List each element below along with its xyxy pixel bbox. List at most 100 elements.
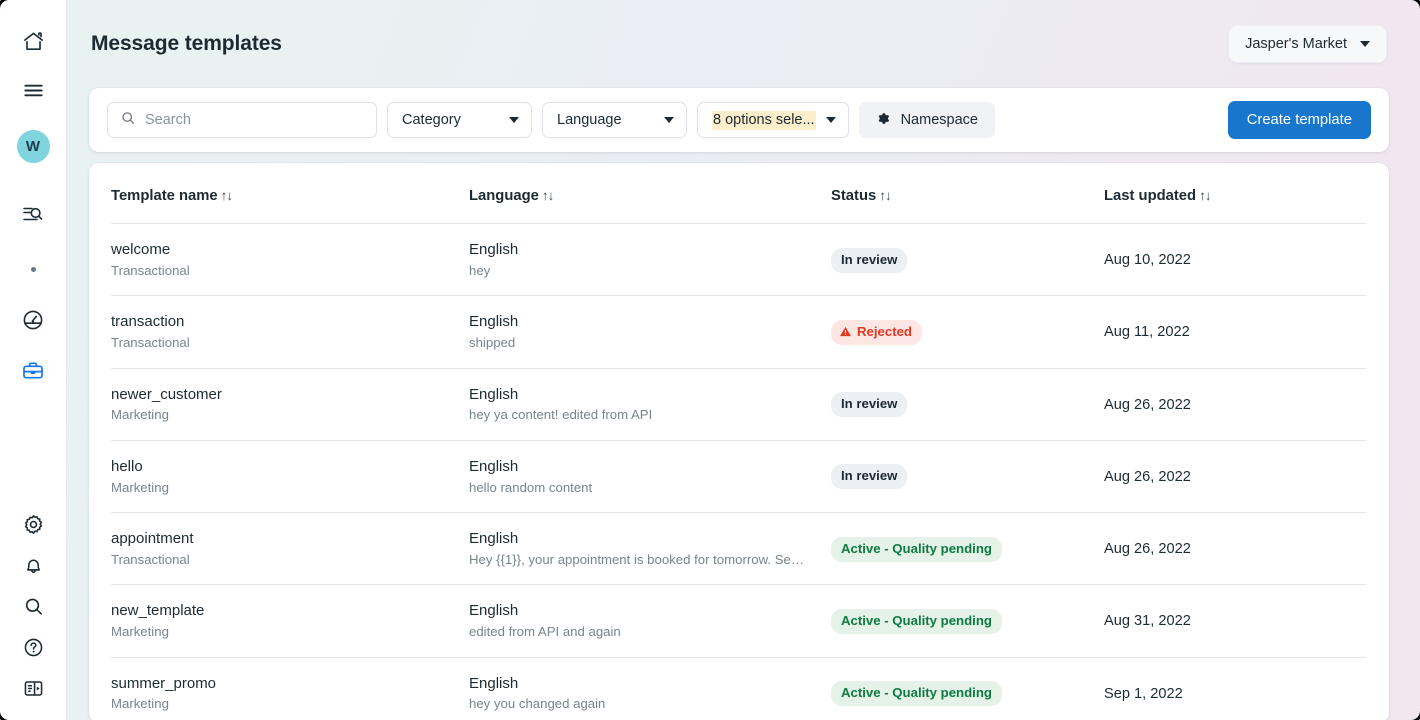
sort-icon[interactable]: ↑↓ <box>1199 188 1211 203</box>
status-badge-label: Active - Quality pending <box>841 685 992 701</box>
language-filter-label: Language <box>557 112 622 128</box>
chevron-down-icon <box>664 117 674 123</box>
cell-last-updated: Aug 10, 2022 <box>1104 223 1367 297</box>
table-row[interactable]: hello Marketing English hello random conten… <box>111 440 1367 514</box>
search-icon[interactable] <box>14 587 52 625</box>
filters-toolbar: Category Language 8 options sele... <box>89 88 1389 152</box>
column-label: Last updated <box>1104 188 1197 204</box>
gear-icon <box>874 110 891 131</box>
rail-top-group: W <box>14 22 52 393</box>
main-content: Message templates Jasper's Market Search… <box>67 0 1420 720</box>
namespace-label: Namespace <box>900 112 978 128</box>
status-badge: Active - Quality pending <box>831 536 1002 562</box>
avatar[interactable]: W <box>16 130 50 163</box>
help-icon[interactable] <box>14 628 52 666</box>
template-category: Marketing <box>111 696 169 712</box>
template-preview: hey you changed again <box>469 696 606 712</box>
table-row[interactable]: appointment Transactional English Hey {{1}}… <box>111 512 1367 586</box>
status-options-dropdown[interactable]: 8 options sele... <box>697 102 849 138</box>
table-row[interactable]: newer_customer Marketing English hey ya con… <box>111 368 1367 441</box>
sort-icon[interactable]: ↑↓ <box>221 188 233 203</box>
search-field[interactable] <box>107 102 377 138</box>
dot-indicator-icon <box>14 250 52 288</box>
warning-triangle-icon <box>840 327 851 337</box>
create-template-button[interactable]: Create template <box>1227 101 1371 139</box>
template-preview: hey <box>469 262 491 278</box>
chevron-down-icon <box>825 117 836 123</box>
bell-icon[interactable] <box>14 546 52 584</box>
template-name: newer_customer <box>111 385 222 403</box>
cell-template-name[interactable]: newer_customer Marketing <box>111 368 469 441</box>
account-selector[interactable]: Jasper's Market <box>1228 25 1387 63</box>
template-category: Marketing <box>111 407 169 423</box>
gauge-icon[interactable] <box>14 301 52 339</box>
templates-table: Template name ↑↓ Language ↑↓ Status ↑↓ Last… <box>111 163 1367 720</box>
gear-icon[interactable] <box>14 505 52 543</box>
category-filter-dropdown[interactable]: Category <box>387 102 532 138</box>
cell-status: In review <box>831 223 1104 297</box>
search-input[interactable] <box>145 112 364 128</box>
table-body: welcome Transactional English hey In review A… <box>111 223 1367 720</box>
cell-template-name[interactable]: transaction Transactional <box>111 295 469 369</box>
table-row[interactable]: new_template Marketing English edited from … <box>111 584 1367 658</box>
language-filter-dropdown[interactable]: Language <box>542 102 687 138</box>
app-window: W Message templates Jasper's Market Sear… <box>0 0 1420 720</box>
status-badge-label: Active - Quality pending <box>841 540 992 556</box>
template-preview: hey ya content! edited from API <box>469 407 653 423</box>
panel-toggle-icon[interactable] <box>14 669 52 707</box>
cell-language: English hey you changed again <box>469 657 831 720</box>
table-row[interactable]: transaction Transactional English shipped Re… <box>111 295 1367 369</box>
cell-last-updated: Aug 26, 2022 <box>1104 512 1367 586</box>
cell-status: Rejected <box>831 295 1104 369</box>
template-name: transaction <box>111 313 185 331</box>
cell-template-name[interactable]: hello Marketing <box>111 440 469 514</box>
category-filter-label: Category <box>402 112 461 128</box>
column-header-language[interactable]: Language ↑↓ <box>469 163 831 224</box>
chevron-down-icon <box>1360 41 1370 47</box>
chevron-down-icon <box>509 117 519 123</box>
search-list-icon[interactable] <box>14 195 52 233</box>
template-preview: edited from API and again <box>469 624 621 639</box>
cell-language: English shipped <box>469 295 831 369</box>
column-header-last-updated[interactable]: Last updated ↑↓ <box>1104 163 1367 224</box>
cell-last-updated: Sep 1, 2022 <box>1104 685 1183 702</box>
template-category: Marketing <box>111 479 169 495</box>
cell-status: Active - Quality pending <box>831 584 1104 658</box>
cell-last-updated: Aug 26, 2022 <box>1104 368 1367 441</box>
cell-status: Active - Quality pending <box>831 657 1104 720</box>
cell-language: English hello random content <box>469 440 831 514</box>
table-row[interactable]: welcome Transactional English hey In review A… <box>111 223 1367 297</box>
column-label: Language <box>469 188 539 204</box>
sort-icon[interactable]: ↑↓ <box>542 188 554 203</box>
namespace-button[interactable]: Namespace <box>858 102 995 138</box>
cell-status: In review <box>831 368 1104 441</box>
table-row[interactable]: summer_promo Marketing English hey you chan… <box>111 657 1367 720</box>
template-name: summer_promo <box>111 674 217 692</box>
cell-template-name[interactable]: appointment Transactional <box>111 512 469 586</box>
status-badge-label: In review <box>841 468 898 484</box>
status-badge-label: Active - Quality pending <box>841 612 992 628</box>
cell-language: English edited from API and again <box>469 584 831 658</box>
cell-language: English Hey {{1}}, your appointment is bo… <box>469 512 831 586</box>
cell-template-name[interactable]: new_template Marketing <box>111 584 469 658</box>
menu-icon[interactable] <box>14 71 52 109</box>
template-name: new_template <box>111 602 205 620</box>
template-preview: hello random content <box>469 479 593 495</box>
status-badge-label: In review <box>841 396 898 412</box>
template-preview: Hey {{1}}, your appointment is booked fo… <box>469 551 809 567</box>
briefcase-icon[interactable] <box>14 352 52 390</box>
template-name: hello <box>111 457 143 475</box>
cell-last-updated: Aug 11, 2022 <box>1104 295 1367 369</box>
template-language: English <box>469 457 519 475</box>
template-category: Transactional <box>111 551 190 567</box>
sort-icon[interactable]: ↑↓ <box>879 188 891 203</box>
column-header-status[interactable]: Status ↑↓ <box>831 163 1104 224</box>
home-icon[interactable] <box>14 22 52 60</box>
status-options-label: 8 options sele... <box>712 110 816 130</box>
template-category: Marketing <box>111 624 169 639</box>
cell-template-name[interactable]: welcome Transactional <box>111 223 469 297</box>
cell-last-updated: Aug 31, 2022 <box>1104 584 1367 658</box>
search-icon <box>120 110 136 131</box>
column-header-template-name[interactable]: Template name ↑↓ <box>111 163 469 224</box>
cell-template-name[interactable]: summer_promo Marketing <box>111 657 469 720</box>
